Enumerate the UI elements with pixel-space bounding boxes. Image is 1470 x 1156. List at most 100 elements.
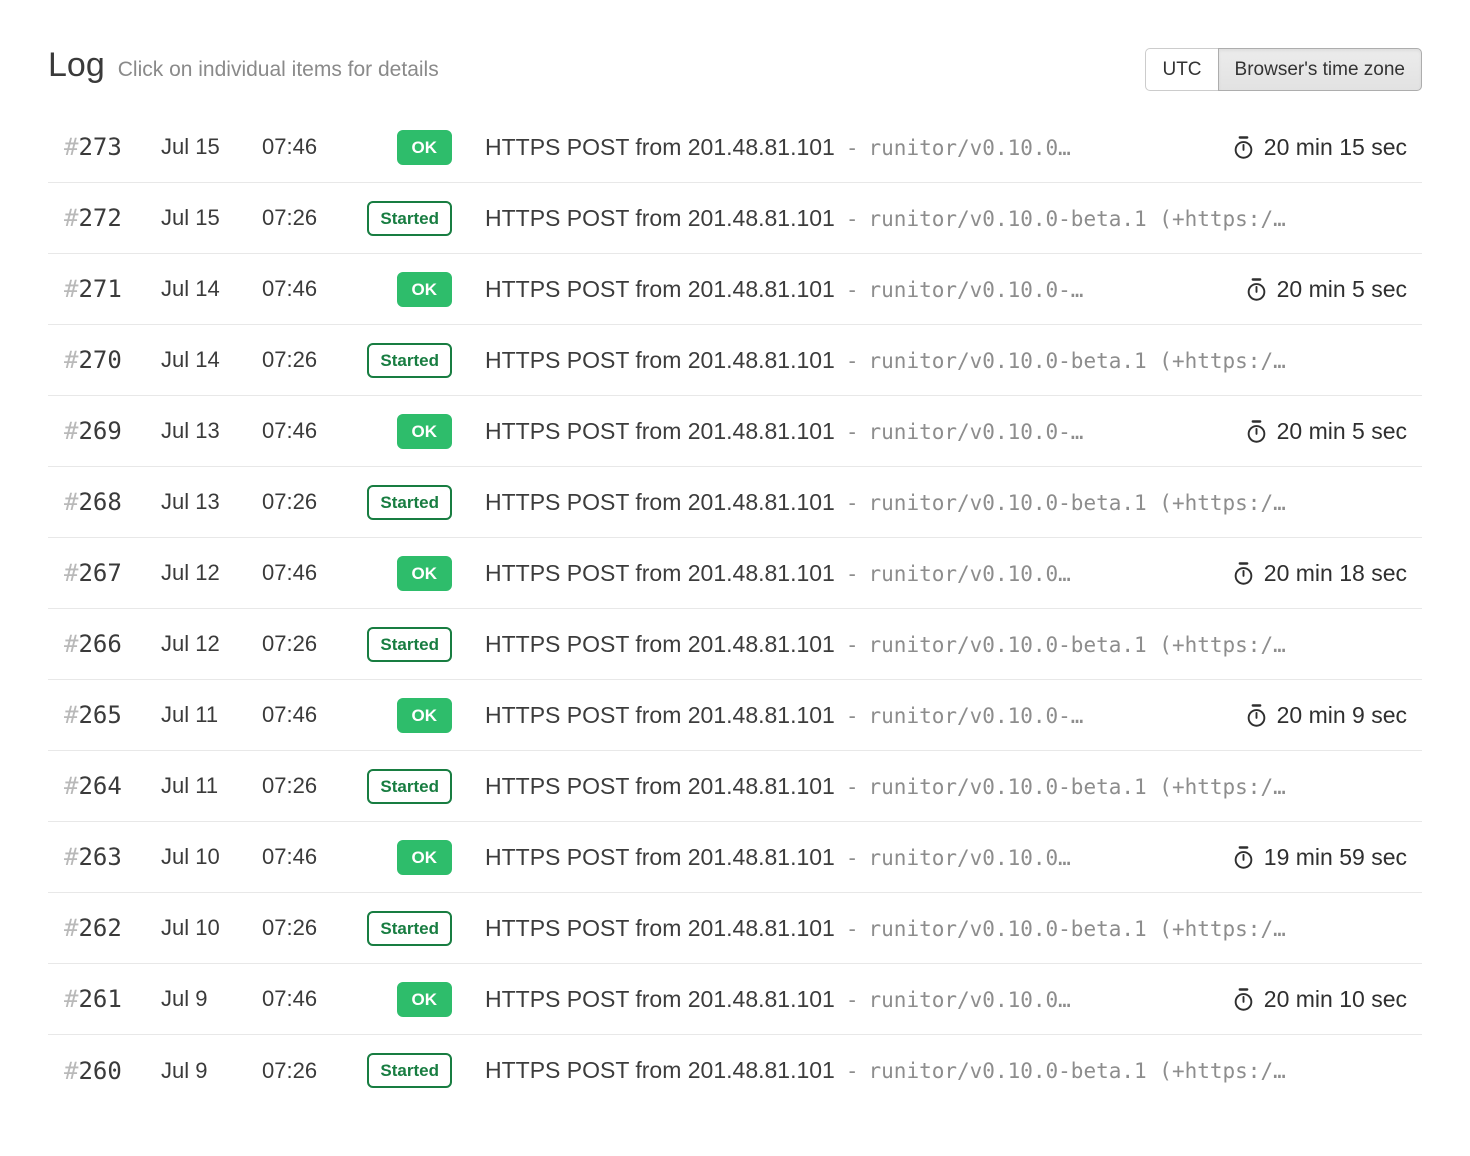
hash-prefix: # [64,488,78,516]
log-entry-row[interactable]: #270 Jul 14 07:26 Started HTTPS POST fro… [48,325,1422,396]
status-badge-cell: Started [367,485,452,520]
hash-prefix: # [64,843,78,871]
status-badge-cell: Started [367,769,452,804]
entry-event: HTTPS POST from 201.48.81.101 - runitor/… [452,986,1232,1013]
entry-duration: 20 min 10 sec [1232,986,1422,1013]
status-badge-cell: OK [397,556,453,591]
entry-number: #261 [48,985,161,1013]
status-badge: Started [367,627,452,662]
log-entry-row[interactable]: #272 Jul 15 07:26 Started HTTPS POST fro… [48,183,1422,254]
status-badge: Started [367,1053,452,1088]
entry-event: HTTPS POST from 201.48.81.101 - runitor/… [452,418,1245,445]
log-entry-row[interactable]: #262 Jul 10 07:26 Started HTTPS POST fro… [48,893,1422,964]
timezone-toggle: UTC Browser's time zone [1145,48,1422,91]
page-subtitle: Click on individual items for details [118,58,439,82]
status-badge: OK [397,130,453,165]
user-agent-text: runitor/v0.10.0-beta.1 (+https:/… [869,1059,1286,1083]
log-entry-row[interactable]: #271 Jul 14 07:46 OK HTTPS POST from 201… [48,254,1422,325]
entry-number: #267 [48,559,161,587]
entry-time: 07:26 [262,1058,358,1084]
entry-number: #269 [48,417,161,445]
log-entry-row[interactable]: #261 Jul 9 07:46 OK HTTPS POST from 201.… [48,964,1422,1035]
event-separator: - [846,633,859,657]
entry-time: 07:26 [262,631,358,657]
entry-duration: 19 min 59 sec [1232,844,1422,871]
log-entry-row[interactable]: #265 Jul 11 07:46 OK HTTPS POST from 201… [48,680,1422,751]
event-separator: - [846,775,859,799]
status-badge-cell: Started [367,911,452,946]
event-separator: - [846,917,859,941]
entry-duration: 20 min 9 sec [1245,702,1422,729]
page-header: Log Click on individual items for detail… [0,0,1470,91]
event-text: HTTPS POST from 201.48.81.101 [485,134,835,161]
log-page: Log Click on individual items for detail… [0,0,1470,1106]
entry-number: #273 [48,133,161,161]
stopwatch-icon [1245,420,1268,443]
log-entry-row[interactable]: #263 Jul 10 07:46 OK HTTPS POST from 201… [48,822,1422,893]
user-agent-text: runitor/v0.10.0-… [869,420,1084,444]
event-text: HTTPS POST from 201.48.81.101 [485,205,835,232]
title-block: Log Click on individual items for detail… [48,46,439,85]
log-entry-row[interactable]: #264 Jul 11 07:26 Started HTTPS POST fro… [48,751,1422,822]
status-badge: Started [367,485,452,520]
status-badge-cell: Started [367,201,452,236]
entry-number-value: 270 [78,346,121,374]
entry-date: Jul 9 [161,1058,262,1084]
user-agent-text: runitor/v0.10.0… [869,136,1071,160]
status-badge-cell: OK [397,840,453,875]
event-text: HTTPS POST from 201.48.81.101 [485,418,835,445]
entry-date: Jul 11 [161,773,262,799]
entry-time: 07:26 [262,205,358,231]
entry-event: HTTPS POST from 201.48.81.101 - runitor/… [452,489,1422,516]
duration-text: 20 min 18 sec [1264,560,1407,587]
entry-number: #260 [48,1057,161,1085]
user-agent-text: runitor/v0.10.0-beta.1 (+https:/… [869,917,1286,941]
log-entry-row[interactable]: #260 Jul 9 07:26 Started HTTPS POST from… [48,1035,1422,1106]
entry-number: #262 [48,914,161,942]
entry-number-value: 264 [78,772,121,800]
event-text: HTTPS POST from 201.48.81.101 [485,702,835,729]
user-agent-text: runitor/v0.10.0-beta.1 (+https:/… [869,349,1286,373]
entry-number: #271 [48,275,161,303]
log-entry-row[interactable]: #267 Jul 12 07:46 OK HTTPS POST from 201… [48,538,1422,609]
entry-date: Jul 10 [161,915,262,941]
status-badge: OK [397,982,453,1017]
entry-event: HTTPS POST from 201.48.81.101 - runitor/… [452,844,1232,871]
entry-number: #263 [48,843,161,871]
status-badge-cell: OK [397,272,453,307]
browser-timezone-button[interactable]: Browser's time zone [1218,48,1422,91]
entry-event: HTTPS POST from 201.48.81.101 - runitor/… [452,1057,1422,1084]
user-agent-text: runitor/v0.10.0… [869,562,1071,586]
duration-text: 20 min 15 sec [1264,134,1407,161]
log-entry-row[interactable]: #268 Jul 13 07:26 Started HTTPS POST fro… [48,467,1422,538]
log-entry-row[interactable]: #273 Jul 15 07:46 OK HTTPS POST from 201… [48,112,1422,183]
entry-event: HTTPS POST from 201.48.81.101 - runitor/… [452,205,1422,232]
entry-number: #270 [48,346,161,374]
stopwatch-icon [1232,562,1255,585]
user-agent-text: runitor/v0.10.0-beta.1 (+https:/… [869,775,1286,799]
hash-prefix: # [64,1057,78,1085]
entry-time: 07:26 [262,773,358,799]
utc-button[interactable]: UTC [1145,48,1218,91]
event-separator: - [846,846,859,870]
entry-number-value: 260 [78,1057,121,1085]
stopwatch-icon [1232,988,1255,1011]
entry-event: HTTPS POST from 201.48.81.101 - runitor/… [452,560,1232,587]
entry-number-value: 267 [78,559,121,587]
hash-prefix: # [64,417,78,445]
entry-date: Jul 9 [161,986,262,1012]
hash-prefix: # [64,985,78,1013]
status-badge: OK [397,698,453,733]
event-text: HTTPS POST from 201.48.81.101 [485,915,835,942]
stopwatch-icon [1245,704,1268,727]
user-agent-text: runitor/v0.10.0… [869,846,1071,870]
stopwatch-icon [1232,846,1255,869]
entry-duration: 20 min 15 sec [1232,134,1422,161]
log-entry-row[interactable]: #269 Jul 13 07:46 OK HTTPS POST from 201… [48,396,1422,467]
log-entry-row[interactable]: #266 Jul 12 07:26 Started HTTPS POST fro… [48,609,1422,680]
entry-date: Jul 13 [161,489,262,515]
event-separator: - [846,136,859,160]
log-table: #273 Jul 15 07:46 OK HTTPS POST from 201… [48,112,1422,1106]
entry-number: #272 [48,204,161,232]
event-text: HTTPS POST from 201.48.81.101 [485,773,835,800]
